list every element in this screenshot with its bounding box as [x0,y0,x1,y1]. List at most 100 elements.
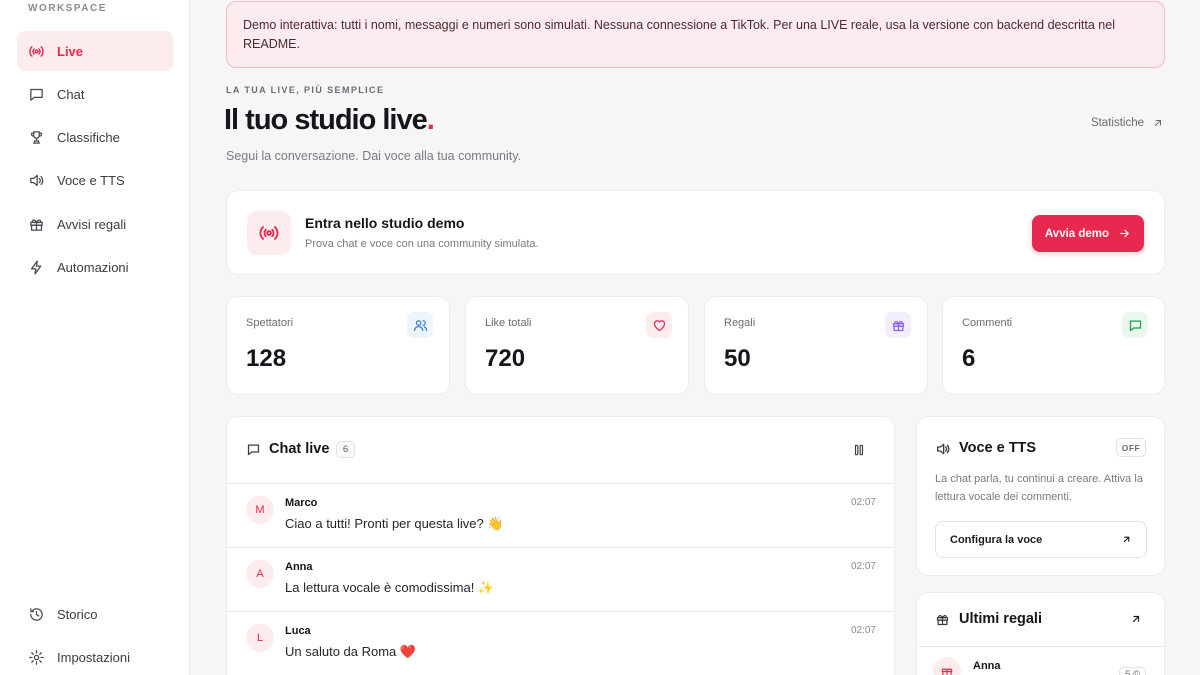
stat-label: Regali [724,317,756,329]
divider [917,646,1164,647]
chat-message: L Luca Un saluto da Roma ❤️ 02:07 [227,612,894,675]
gift-icon [936,615,949,626]
avatar: L [246,624,274,652]
page-title-dot: . [426,104,435,136]
arrow-up-right-icon [1123,536,1130,543]
stat-card-like: Like totali 720 [465,296,689,395]
start-demo-label: Avvia demo [1044,227,1110,240]
page-title-text: Il tuo studio live [224,104,428,136]
sidebar-item-chat[interactable]: Chat [17,74,173,114]
arrow-up-right-icon [1155,120,1161,126]
stat-card-regali: Regali 50 [704,296,928,395]
statistics-link-label: Statistiche [1090,117,1144,129]
sidebar-item-storico[interactable]: Storico [17,594,173,634]
gift-avatar [933,657,961,675]
users-icon [413,319,427,331]
avatar: M [246,496,274,524]
page-eyebrow: LA TUA LIVE, PIÙ SEMPLICE [226,85,385,95]
sidebar-item-label: Storico [57,606,98,622]
sidebar-item-avvisi-regali[interactable]: Avvisi regali [17,204,173,244]
history-icon [30,607,43,621]
sidebar-item-automazioni[interactable]: Automazioni [17,247,173,287]
gift-amount-badge: 5 © [1119,667,1146,675]
configure-voice-label: Configura la voce [950,533,1043,546]
avatar: A [246,560,274,588]
broadcast-icon [259,226,279,240]
sidebar-item-label: Automazioni [57,259,129,275]
stat-value: 6 [962,345,976,372]
lightning-icon [30,259,42,275]
sidebar-item-classifiche[interactable]: Classifiche [17,117,173,157]
start-demo-button[interactable]: Avvia demo [1032,215,1144,252]
sidebar-item-label: Live [57,43,84,59]
pause-icon[interactable] [852,443,866,457]
message-author: Luca [285,625,311,637]
chat-header: Chat live 6 [227,417,894,484]
chat-message: M Marco Ciao a tutti! Pronti per questa … [227,484,894,548]
stat-icon-box [885,312,911,338]
sidebar-item-label: Classifiche [57,129,120,145]
sidebar-item-label: Voce e TTS [57,172,125,188]
tts-description: La chat parla, tu continui a creare. Att… [935,473,1143,503]
message-text: La lettura vocale è comodissima! ✨ [285,580,495,595]
recent-gifts-panel: Ultimi regali Anna 5 © [916,592,1165,675]
arrow-up-right-icon[interactable] [1130,613,1142,625]
speaker-icon [937,443,950,455]
demo-icon-box [247,211,291,255]
chat-icon [1129,320,1141,331]
chat-title: Chat live [269,441,330,457]
sidebar-item-label: Avvisi regali [57,216,127,232]
demo-studio-card: Entra nello studio demo Prova chat e voc… [226,190,1165,275]
demo-card-subtitle: Prova chat e voce con una community simu… [305,238,539,250]
stat-value: 720 [485,345,526,372]
stat-card-spettatori: Spettatori 128 [226,296,450,395]
stat-value: 50 [724,345,751,372]
chat-message: A Anna La lettura vocale è comodissima! … [227,548,894,612]
heart-icon [653,319,665,331]
tts-status-toggle[interactable]: OFF [1116,438,1146,457]
sidebar-item-impostazioni[interactable]: Impostazioni [17,637,173,675]
gift-icon [892,320,904,331]
arrow-right-icon [1120,229,1129,238]
chat-count-badge: 6 [336,441,355,458]
message-time: 02:07 [850,625,876,636]
recent-gifts-title: Ultimi regali [959,611,1042,627]
chat-live-panel: Chat live 6 M Marco Ciao a tutti! Pronti… [226,416,895,675]
sidebar-item-live[interactable]: Live [17,31,173,71]
trophy-icon [30,130,43,144]
page-subtitle: Segui la conversazione. Dai voce alla tu… [226,149,522,163]
gift-icon [30,218,43,231]
sidebar-item-voce-tts[interactable]: Voce e TTS [17,160,173,200]
chat-icon [30,88,43,101]
message-author: Anna [285,561,313,573]
stat-value: 128 [246,345,287,372]
speaker-icon [30,174,44,186]
stat-icon-box [407,312,433,338]
gift-sender-name: Anna [973,660,1001,672]
sidebar-item-label: Chat [57,86,85,102]
stat-label: Commenti [962,317,1013,329]
stat-icon-box [1122,312,1148,338]
stat-card-commenti: Commenti 6 [942,296,1165,395]
configure-voice-button[interactable]: Configura la voce [935,521,1147,558]
gear-icon [29,649,44,665]
stat-icon-box [646,312,672,338]
stat-label: Spettatori [246,317,294,329]
demo-notice-banner: Demo interattiva: tutti i nomi, messaggi… [226,1,1165,68]
message-author: Marco [285,497,318,509]
tts-panel: Voce e TTS OFF La chat parla, tu continu… [916,416,1165,576]
statistics-link[interactable]: Statistiche [1091,117,1164,129]
sidebar: WORKSPACE Live Chat Classifiche Voce e T… [0,0,190,675]
message-text: Ciao a tutti! Pronti per questa live? 👋 [285,516,504,531]
tts-title: Voce e TTS [959,440,1037,456]
page-title: Il tuo studio live. [224,104,435,137]
gift-icon [941,668,953,675]
chat-icon [247,444,260,456]
demo-card-title: Entra nello studio demo [305,215,465,231]
main-content: Demo interattiva: tutti i nomi, messaggi… [190,0,1200,675]
message-time: 02:07 [850,561,876,572]
message-text: Un saluto da Roma ❤️ [285,644,417,659]
workspace-label: WORKSPACE [28,3,107,14]
broadcast-icon [29,45,44,57]
message-time: 02:07 [850,497,876,508]
